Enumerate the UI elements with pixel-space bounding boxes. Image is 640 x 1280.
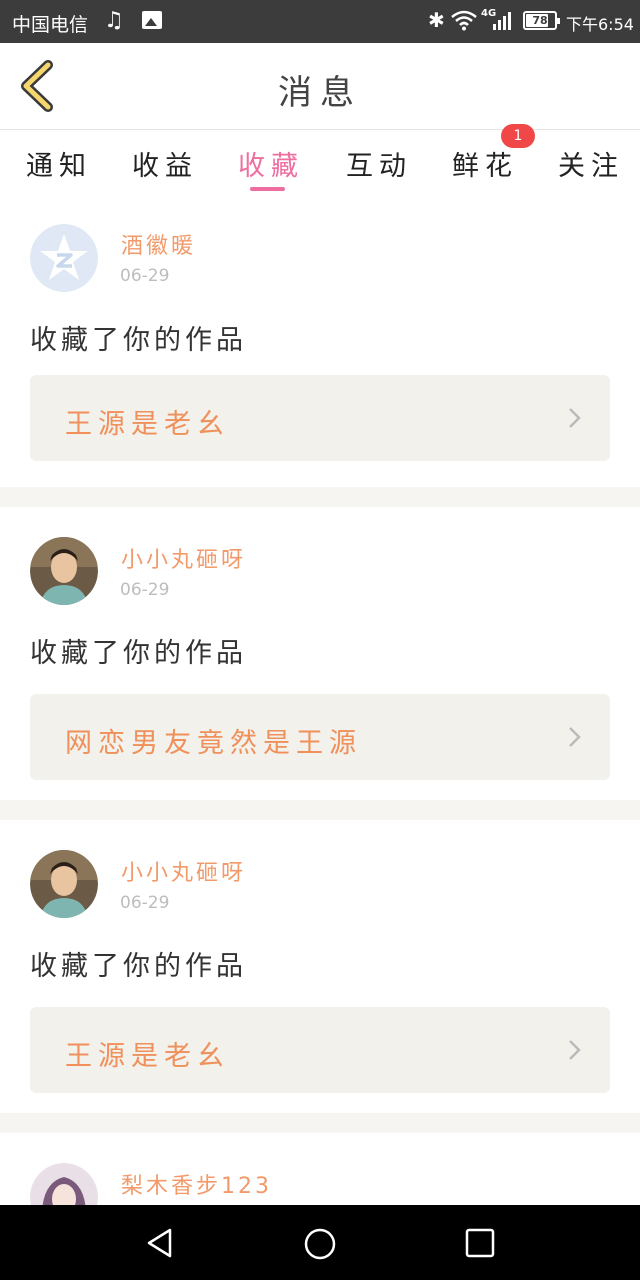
action-text: 收藏了你的作品 (30, 638, 247, 669)
anime-girl-avatar-icon (30, 1163, 98, 1205)
action-text: 收藏了你的作品 (30, 951, 247, 982)
tab-bar: 通知 收益 收藏 互动 鲜花 1 关注 (0, 124, 640, 200)
header-bar: 消息 (0, 43, 640, 130)
username[interactable]: 梨木香步123 (121, 1168, 272, 1200)
home-circle-icon[interactable] (303, 1227, 337, 1261)
avatar[interactable] (30, 1163, 98, 1205)
tab-interactions[interactable]: 互动 (346, 144, 412, 183)
avatar[interactable] (30, 537, 98, 605)
username[interactable]: 小小丸砸呀 (121, 542, 246, 574)
default-star-avatar-icon (30, 224, 98, 292)
chevron-right-icon (569, 1040, 581, 1060)
work-title: 王源是老幺 (65, 409, 230, 440)
battery-icon: 78 (523, 11, 560, 30)
tab-favorites[interactable]: 收藏 (238, 144, 304, 183)
user-photo-avatar-icon (30, 537, 98, 605)
list-item: 小小丸砸呀 06-29 收藏了你的作品 网恋男友竟然是王源 (0, 507, 640, 800)
user-photo-avatar-icon (30, 850, 98, 918)
date: 06-29 (120, 580, 170, 600)
signal-icon (493, 12, 511, 30)
list-item: 小小丸砸呀 06-29 收藏了你的作品 王源是老幺 (0, 820, 640, 1113)
page-title: 消息 (278, 73, 362, 113)
active-tab-indicator (250, 187, 285, 191)
battery-level: 78 (532, 14, 548, 27)
bluetooth-icon: ✱ (428, 8, 445, 32)
carrier-label: 中国电信 (12, 14, 89, 36)
wifi-icon (451, 10, 477, 31)
image-icon (142, 11, 162, 29)
avatar[interactable] (30, 224, 98, 292)
tab-flowers[interactable]: 鲜花 (452, 144, 518, 183)
work-link[interactable]: 王源是老幺 (30, 375, 610, 461)
date: 06-29 (120, 266, 170, 286)
work-title: 网恋男友竟然是王源 (65, 728, 362, 759)
avatar[interactable] (30, 850, 98, 918)
date: 06-29 (120, 893, 170, 913)
music-note-icon: ♫ (104, 8, 124, 33)
work-link[interactable]: 网恋男友竟然是王源 (30, 694, 610, 780)
action-text: 收藏了你的作品 (30, 325, 247, 356)
chevron-right-icon (569, 408, 581, 428)
username[interactable]: 酒徽暖 (121, 228, 196, 260)
chevron-right-icon (569, 727, 581, 747)
back-triangle-icon[interactable] (144, 1227, 176, 1259)
unread-badge: 1 (501, 124, 535, 148)
list-item: 酒徽暖 06-29 收藏了你的作品 王源是老幺 (0, 200, 640, 487)
tab-notifications[interactable]: 通知 (26, 144, 92, 183)
clock: 下午6:54 (566, 15, 634, 34)
work-title: 王源是老幺 (65, 1041, 230, 1072)
system-nav-bar (0, 1205, 640, 1280)
list-item: 梨木香步123 (0, 1133, 640, 1205)
status-bar: 中国电信 ♫ ✱ 4G 78 下午6:54 (0, 0, 640, 43)
tab-earnings[interactable]: 收益 (132, 144, 198, 183)
tab-following[interactable]: 关注 (558, 144, 624, 183)
recents-square-icon[interactable] (464, 1227, 496, 1259)
username[interactable]: 小小丸砸呀 (121, 855, 246, 887)
work-link[interactable]: 王源是老幺 (30, 1007, 610, 1093)
tab-flowers-label: 鲜花 (452, 151, 518, 182)
